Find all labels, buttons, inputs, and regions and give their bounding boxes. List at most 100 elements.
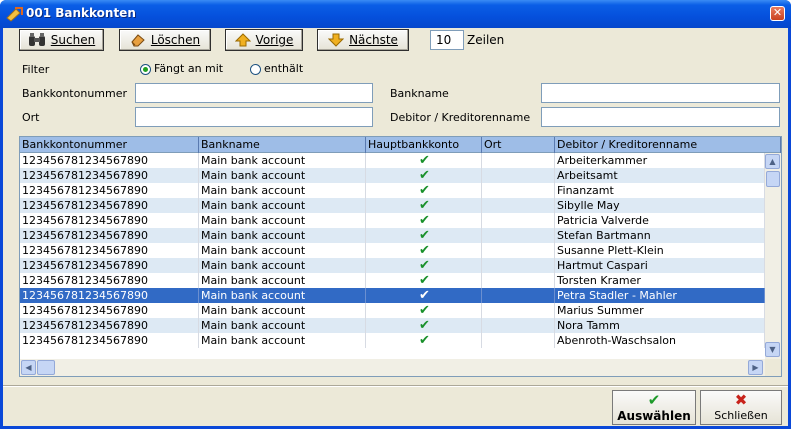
bank-name-field[interactable]	[541, 83, 780, 103]
column-header-city[interactable]: Ort	[482, 137, 555, 153]
cell-city	[482, 288, 555, 303]
search-button-label: Suchen	[50, 33, 96, 47]
window: 001 Bankkonten ✕ Suchen Löschen Vorige N…	[0, 0, 791, 429]
table-row[interactable]: 123456781234567890 Main bank account ✔ Arbe…	[20, 153, 765, 168]
table-body: 123456781234567890 Main bank account ✔ Arbe…	[20, 153, 765, 359]
cell-account-number: 123456781234567890	[20, 258, 199, 273]
column-header-main-account[interactable]: Hauptbankkonto	[366, 137, 482, 153]
cell-debtor-creditor: Sibylle May	[555, 198, 765, 213]
checkmark-icon: ✔	[366, 183, 482, 198]
arrow-up-icon	[234, 33, 251, 47]
title-bar[interactable]: 001 Bankkonten ✕	[0, 0, 791, 28]
horizontal-scrollbar[interactable]: ◀ ▶	[20, 359, 765, 376]
scroll-right-icon[interactable]: ▶	[748, 360, 763, 375]
cell-account-number: 123456781234567890	[20, 153, 199, 168]
cell-city	[482, 213, 555, 228]
scroll-up-icon[interactable]: ▲	[765, 154, 780, 169]
table-row[interactable]: 123456781234567890 Main bank account ✔ Siby…	[20, 198, 765, 213]
table-row[interactable]: 123456781234567890 Main bank account ✔ Nora…	[20, 318, 765, 333]
window-title: 001 Bankkonten	[26, 6, 136, 20]
filter-label: Filter	[22, 63, 50, 76]
cell-debtor-creditor: Petra Stadler - Mahler	[555, 288, 765, 303]
cell-account-number: 123456781234567890	[20, 228, 199, 243]
cell-account-number: 123456781234567890	[20, 318, 199, 333]
cell-city	[482, 183, 555, 198]
bank-name-label: Bankname	[390, 87, 449, 100]
vertical-scroll-thumb[interactable]	[766, 171, 780, 187]
cell-account-number: 123456781234567890	[20, 288, 199, 303]
cell-city	[482, 273, 555, 288]
rows-count-input[interactable]: 10	[430, 30, 464, 50]
eraser-icon	[131, 34, 145, 47]
vertical-scrollbar[interactable]: ▲ ▼	[765, 153, 781, 359]
checkmark-icon: ✔	[366, 198, 482, 213]
horizontal-scroll-thumb[interactable]	[37, 360, 55, 375]
cell-city	[482, 153, 555, 168]
select-button[interactable]: ✔ Auswählen	[612, 390, 696, 425]
table-row[interactable]: 123456781234567890 Main bank account ✔ Arbe…	[20, 168, 765, 183]
checkmark-icon: ✔	[366, 213, 482, 228]
cell-debtor-creditor: Patricia Valverde	[555, 213, 765, 228]
city-field[interactable]	[135, 107, 373, 127]
cell-bank-name: Main bank account	[199, 213, 366, 228]
close-button[interactable]: ✖ Schließen	[700, 390, 782, 425]
city-label: Ort	[22, 111, 40, 124]
app-icon	[6, 7, 23, 22]
cell-debtor-creditor: Stefan Bartmann	[555, 228, 765, 243]
cell-city	[482, 258, 555, 273]
cell-account-number: 123456781234567890	[20, 213, 199, 228]
table-row[interactable]: 123456781234567890 Main bank account ✔ Stef…	[20, 228, 765, 243]
cell-debtor-creditor: Arbeiterkammer	[555, 153, 765, 168]
next-button[interactable]: Nächste	[317, 29, 409, 51]
cell-bank-name: Main bank account	[199, 303, 366, 318]
cell-debtor-creditor: Hartmut Caspari	[555, 258, 765, 273]
table-row[interactable]: 123456781234567890 Main bank account ✔ Tors…	[20, 273, 765, 288]
cell-account-number: 123456781234567890	[20, 168, 199, 183]
cell-account-number: 123456781234567890	[20, 198, 199, 213]
cell-debtor-creditor: Abenroth-Waschsalon	[555, 333, 765, 348]
radio-contains[interactable]	[250, 64, 261, 75]
previous-button[interactable]: Vorige	[225, 29, 303, 51]
column-header-debtor-creditor[interactable]: Debitor / Kreditorenname	[555, 137, 781, 153]
table-row[interactable]: 123456781234567890 Main bank account ✔ Hart…	[20, 258, 765, 273]
cross-icon: ✖	[734, 391, 748, 409]
radio-starts-with-label: Fängt an mit	[154, 62, 224, 75]
table-row-selected[interactable]: 123456781234567890 Main bank account ✔ Petr…	[20, 288, 765, 303]
table-row[interactable]: 123456781234567890 Main bank account ✔ Patr…	[20, 213, 765, 228]
checkmark-icon: ✔	[366, 288, 482, 303]
checkmark-icon: ✔	[366, 273, 482, 288]
account-number-label: Bankkontonummer	[22, 87, 128, 100]
cell-account-number: 123456781234567890	[20, 273, 199, 288]
scrollbar-corner	[765, 359, 781, 376]
footer-divider	[3, 385, 788, 387]
previous-button-label: Vorige	[255, 33, 294, 47]
column-header-account-number[interactable]: Bankkontonummer	[20, 137, 199, 153]
binoculars-icon	[28, 33, 45, 46]
select-button-label: Auswählen	[617, 409, 691, 423]
scroll-down-icon[interactable]: ▼	[765, 342, 780, 357]
checkmark-icon: ✔	[366, 228, 482, 243]
table-row[interactable]: 123456781234567890 Main bank account ✔ Susa…	[20, 243, 765, 258]
cell-bank-name: Main bank account	[199, 333, 366, 348]
account-number-field[interactable]	[135, 83, 373, 103]
close-icon[interactable]: ✕	[770, 6, 785, 21]
table-row[interactable]: 123456781234567890 Main bank account ✔ Aben…	[20, 333, 765, 348]
cell-city	[482, 333, 555, 348]
cell-city	[482, 228, 555, 243]
checkmark-icon: ✔	[366, 258, 482, 273]
cell-debtor-creditor: Torsten Kramer	[555, 273, 765, 288]
cell-debtor-creditor: Marius Summer	[555, 303, 765, 318]
checkmark-icon: ✔	[366, 153, 482, 168]
radio-starts-with[interactable]	[140, 64, 151, 75]
cell-city	[482, 198, 555, 213]
scroll-left-icon[interactable]: ◀	[21, 360, 36, 375]
search-button[interactable]: Suchen	[19, 29, 104, 51]
delete-button[interactable]: Löschen	[119, 29, 211, 51]
column-header-bank-name[interactable]: Bankname	[199, 137, 366, 153]
table-row[interactable]: 123456781234567890 Main bank account ✔ Mari…	[20, 303, 765, 318]
debtor-creditor-field[interactable]	[541, 107, 780, 127]
table-row[interactable]: 123456781234567890 Main bank account ✔ Fina…	[20, 183, 765, 198]
cell-city	[482, 318, 555, 333]
cell-bank-name: Main bank account	[199, 273, 366, 288]
cell-debtor-creditor: Nora Tamm	[555, 318, 765, 333]
